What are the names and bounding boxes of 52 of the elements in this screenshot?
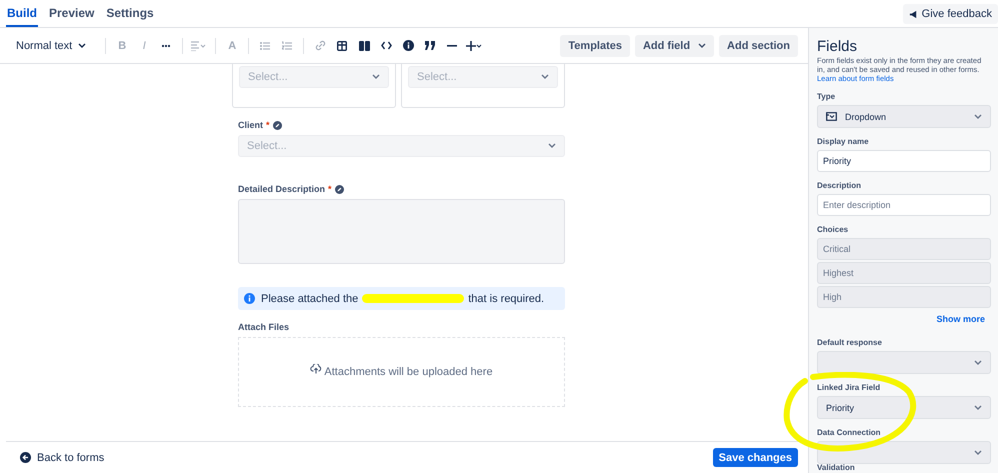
chevron-icon <box>974 360 982 366</box>
toolbar-button[interactable]: Add field <box>634 34 714 56</box>
field-label: Validation <box>817 464 855 472</box>
chevron-icon <box>974 404 982 410</box>
tab[interactable]: Build <box>6 6 38 27</box>
toolbar-button[interactable]: Add section <box>719 34 798 56</box>
text-style-dropdown[interactable]: Normal text <box>10 40 92 52</box>
choice-input[interactable]: Critical <box>817 238 991 260</box>
field-label: Default response <box>817 338 882 348</box>
field-label: Client <box>238 120 264 130</box>
field-label: Attach Files <box>238 322 290 332</box>
select-field[interactable] <box>817 441 991 464</box>
required-mark: * <box>266 120 270 130</box>
field-label: Type <box>817 92 836 102</box>
chevron-icon <box>78 42 86 48</box>
give-feedback-button[interactable]: Give feedback <box>902 4 998 24</box>
field-label: Detailed Description <box>238 184 326 194</box>
back-to-forms-link[interactable]: Back to forms <box>20 452 104 464</box>
required-mark: * <box>328 184 332 194</box>
toolbar-button[interactable]: Templates <box>560 34 630 56</box>
info-icon <box>244 293 255 304</box>
dropzone-text: Attachments will be uploaded here <box>324 366 493 378</box>
panel-title: Fields <box>817 38 858 55</box>
chevron-icon <box>974 450 982 456</box>
info-text: Please attached the <box>261 292 358 304</box>
edit-icon[interactable] <box>334 184 344 194</box>
upload-cloud-icon <box>310 364 322 374</box>
tab[interactable]: Settings <box>105 6 155 27</box>
megaphone-icon <box>908 10 918 18</box>
chevron-icon <box>548 143 556 149</box>
text-input[interactable]: Enter description <box>817 194 991 216</box>
select-field[interactable]: Priority <box>817 396 991 419</box>
chevron-icon <box>372 74 380 80</box>
choice-input[interactable]: High <box>817 286 991 308</box>
show-more-link[interactable]: Show more <box>936 314 985 324</box>
select-field[interactable] <box>817 351 991 374</box>
save-changes-button[interactable]: Save changes <box>712 448 798 467</box>
choice-input[interactable]: Highest <box>817 262 991 284</box>
back-arrow-icon <box>20 452 31 463</box>
tab[interactable]: Preview <box>48 6 96 27</box>
field-label: Display name <box>817 137 869 147</box>
chevron-icon <box>541 74 549 80</box>
select-field[interactable]: Dropdown <box>817 105 991 128</box>
chevron-icon <box>974 114 982 120</box>
info-text: that is required. <box>468 292 544 304</box>
field-label: Linked Jira Field <box>817 383 880 393</box>
field-label: Choices <box>817 225 848 235</box>
field-label: Data Connection <box>817 428 881 438</box>
attachment-dropzone[interactable]: Attachments will be uploaded here <box>238 337 565 407</box>
edit-icon[interactable] <box>272 120 282 130</box>
field-label: Description <box>817 181 862 191</box>
text-input[interactable]: Priority <box>817 150 991 172</box>
